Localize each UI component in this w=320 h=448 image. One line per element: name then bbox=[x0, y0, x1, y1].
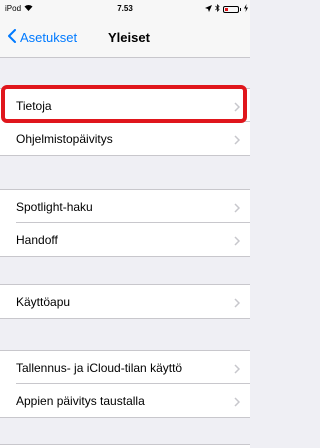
settings-item-kayttoapu[interactable]: Käyttöapu bbox=[0, 285, 250, 318]
charging-icon bbox=[244, 4, 248, 14]
chevron-right-icon bbox=[234, 396, 241, 410]
settings-item-label: Ohjelmistopäivitys bbox=[16, 131, 113, 146]
settings-item-handoff[interactable]: Handoff bbox=[0, 223, 250, 256]
bluetooth-icon bbox=[215, 4, 220, 14]
settings-item-label: Spotlight-haku bbox=[16, 199, 93, 214]
chevron-right-icon bbox=[234, 134, 241, 148]
settings-item-label: Käyttöapu bbox=[16, 294, 71, 309]
chevron-right-icon bbox=[234, 363, 241, 377]
settings-item-label: Tallennus- ja iCloud-tilan käyttö bbox=[16, 360, 183, 375]
settings-item-tallennus[interactable]: Tallennus- ja iCloud-tilan käyttö bbox=[0, 351, 250, 384]
back-button-label: Asetukset bbox=[20, 29, 78, 45]
settings-item-spotlight-haku[interactable]: Spotlight-haku bbox=[0, 190, 250, 223]
settings-item-label: Handoff bbox=[16, 232, 58, 247]
status-right bbox=[205, 4, 248, 14]
next-group-edge bbox=[0, 444, 250, 448]
chevron-right-icon bbox=[234, 235, 241, 249]
location-icon bbox=[205, 4, 212, 14]
chevron-right-icon bbox=[234, 297, 241, 311]
page-title: Yleiset bbox=[108, 30, 150, 45]
status-bar: iPod 7.53 bbox=[0, 0, 250, 18]
highlight-annotation bbox=[1, 85, 247, 123]
battery-icon bbox=[223, 5, 239, 13]
settings-group-accessibility: Käyttöapu bbox=[0, 284, 250, 319]
settings-item-ohjelmistopaivitys[interactable]: Ohjelmistopäivitys bbox=[0, 122, 250, 155]
nav-bar: Asetukset Yleiset bbox=[0, 18, 250, 58]
settings-item-appien-paivitys[interactable]: Appien päivitys taustalla bbox=[0, 384, 250, 417]
chevron-left-icon bbox=[8, 28, 16, 46]
battery-nub bbox=[240, 7, 241, 11]
chevron-right-icon bbox=[234, 202, 241, 216]
settings-group-storage: Tallennus- ja iCloud-tilan käyttö Appien… bbox=[0, 350, 250, 418]
settings-group-search: Spotlight-haku Handoff bbox=[0, 189, 250, 257]
settings-item-label: Appien päivitys taustalla bbox=[16, 393, 145, 408]
back-button[interactable]: Asetukset bbox=[8, 26, 77, 48]
